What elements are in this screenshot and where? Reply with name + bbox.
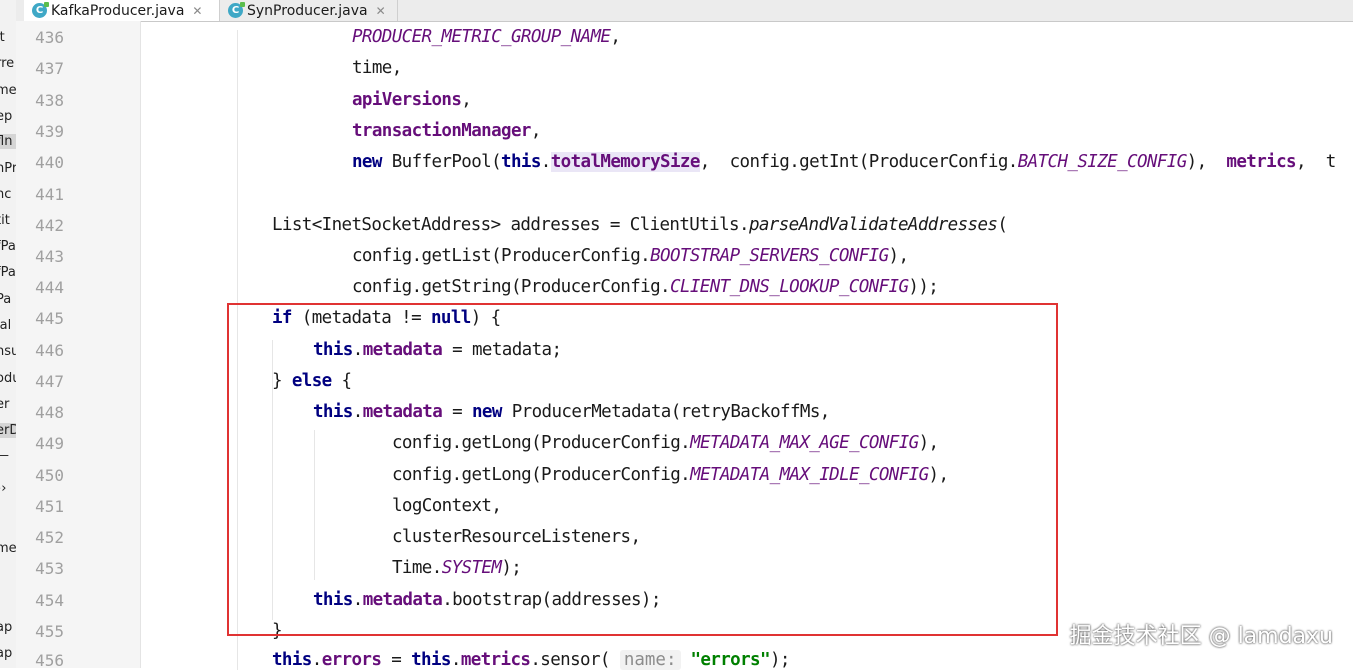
- code-line-440: new BufferPool(this.totalMemorySize, con…: [352, 152, 1336, 172]
- line-number: 444: [35, 278, 64, 297]
- code-line-456: this.errors = this.metrics.sensor( name:…: [272, 650, 790, 670]
- project-tree-item[interactable]: nPr: [0, 161, 16, 176]
- project-tree-item[interactable]: fPa: [0, 239, 16, 254]
- code-line-438: apiVersions,: [352, 90, 472, 110]
- project-tree-item[interactable]: Pa: [0, 292, 16, 307]
- project-tree-item[interactable]: nc: [0, 187, 16, 202]
- line-number: 437: [35, 59, 64, 78]
- line-number: 440: [35, 153, 64, 172]
- line-number: 455: [35, 622, 64, 641]
- project-tree-item[interactable]: ep: [0, 109, 16, 124]
- line-number: 451: [35, 497, 64, 516]
- code-line-437: time,: [352, 58, 402, 78]
- parameter-hint: name:: [619, 650, 681, 670]
- tab-label: SynProducer.java: [247, 2, 368, 19]
- line-number: 452: [35, 528, 64, 547]
- code-line-443: config.getList(ProducerConfig.BOOTSTRAP_…: [352, 246, 909, 266]
- code-line-439: transactionManager,: [352, 121, 541, 141]
- project-tree-item[interactable]: ap: [0, 646, 16, 661]
- project-tree-item[interactable]: rre: [0, 56, 16, 71]
- project-tree-item[interactable]: ››: [0, 481, 16, 496]
- line-number: 449: [35, 434, 64, 453]
- tab-label: KafkaProducer.java: [51, 2, 185, 19]
- java-class-icon: C: [228, 2, 245, 18]
- java-class-icon: C: [32, 2, 49, 18]
- project-tree-item[interactable]: erD: [0, 423, 16, 438]
- line-number: 446: [35, 341, 64, 360]
- line-number: 448: [35, 403, 64, 422]
- close-icon[interactable]: ✕: [376, 4, 386, 18]
- project-tree-item[interactable]: —: [0, 448, 16, 463]
- project-tree-item[interactable]: tit: [0, 213, 16, 228]
- project-tree-item[interactable]: ial: [0, 318, 16, 333]
- code-line-442: List<InetSocketAddress> addresses = Clie…: [272, 215, 1008, 235]
- line-number: 438: [35, 91, 64, 110]
- line-number: 445: [35, 309, 64, 328]
- close-icon[interactable]: ✕: [192, 4, 202, 18]
- line-number: 443: [35, 247, 64, 266]
- project-tree-item[interactable]: ap: [0, 620, 16, 635]
- line-number: 453: [35, 559, 64, 578]
- line-number: 439: [35, 122, 64, 141]
- line-number: 450: [35, 466, 64, 485]
- project-tree-item[interactable]: odu: [0, 371, 16, 386]
- editor-tab-bar: C KafkaProducer.java ✕ C SynProducer.jav…: [16, 0, 1353, 22]
- highlight-annotation-box: [227, 303, 1058, 636]
- line-number: 441: [35, 185, 64, 204]
- project-tree-item[interactable]: it: [0, 30, 16, 45]
- gutter-divider: [140, 21, 141, 668]
- project-tree-item[interactable]: nsu: [0, 344, 16, 359]
- project-tree-item[interactable]: er: [0, 397, 16, 412]
- line-number: 447: [35, 372, 64, 391]
- line-number: 442: [35, 216, 64, 235]
- project-tree-item[interactable]: me: [0, 541, 16, 556]
- project-tree-item[interactable]: me: [0, 83, 16, 98]
- project-tree-item[interactable]: fPa: [0, 265, 16, 280]
- line-number: 436: [35, 28, 64, 47]
- tab-kafkaproducer[interactable]: C KafkaProducer.java ✕: [24, 0, 220, 21]
- code-line-444: config.getString(ProducerConfig.CLIENT_D…: [352, 277, 939, 297]
- project-panel-strip[interactable]: it rre me ep fln nPr nc tit fPa fPa Pa ial nsu odu er e…: [0, 0, 17, 668]
- line-number: 454: [35, 591, 64, 610]
- watermark: 掘金技术社区 @ lamdaxu: [1069, 624, 1333, 649]
- code-line-436: PRODUCER_METRIC_GROUP_NAME,: [352, 27, 621, 47]
- line-number: 456: [35, 651, 64, 670]
- tab-synproducer[interactable]: C SynProducer.java ✕: [220, 0, 398, 21]
- project-tree-item[interactable]: fln: [0, 134, 16, 149]
